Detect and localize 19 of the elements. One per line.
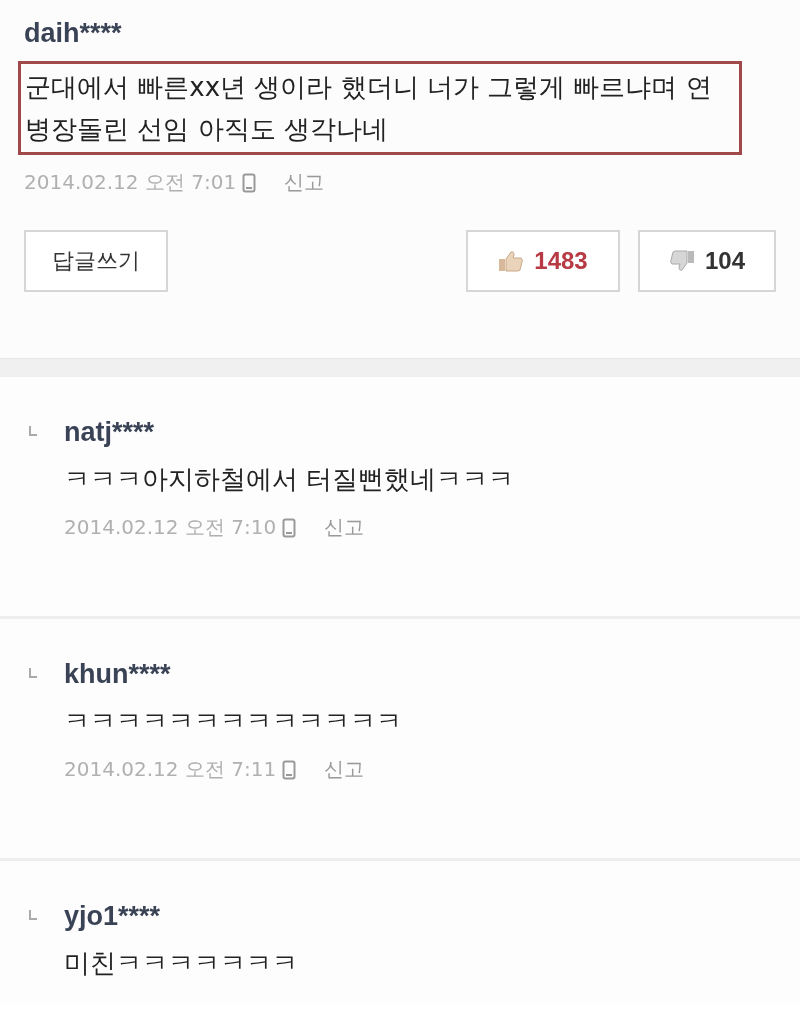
reply-button[interactable]: 답글쓰기 (24, 230, 168, 292)
like-button[interactable]: 1483 (466, 230, 620, 292)
comment-date: 2014.02.12 오전 7:11 (64, 756, 277, 783)
comment-text: 군대에서 빠른xx년 생이라 했더니 너가 그렇게 빠르냐며 연병장돌린 선임 아직도 생각나네 (18, 61, 742, 155)
username: yjo1**** (64, 901, 162, 932)
username: natj**** (64, 417, 156, 448)
comment-text: 미친ㅋㅋㅋㅋㅋㅋㅋ (64, 947, 298, 980)
username: daih**** (24, 18, 123, 49)
comment-text: ㅋㅋㅋㅋㅋㅋㅋㅋㅋㅋㅋㅋㅋ (64, 705, 402, 738)
username: khun**** (64, 659, 172, 690)
thumbs-up-icon (498, 250, 525, 272)
dislike-button[interactable]: 104 (638, 230, 776, 292)
thumbs-down-icon (668, 250, 695, 272)
phone-icon (282, 517, 297, 538)
comment-date: 2014.02.12 오전 7:01 (24, 169, 237, 196)
phone-icon (282, 759, 297, 780)
phone-icon (242, 172, 257, 193)
comment-date: 2014.02.12 오전 7:10 (64, 514, 277, 541)
comment-text: ㅋㅋㅋ아지하철에서 터질뻔했네ㅋㅋㅋ (64, 463, 515, 496)
